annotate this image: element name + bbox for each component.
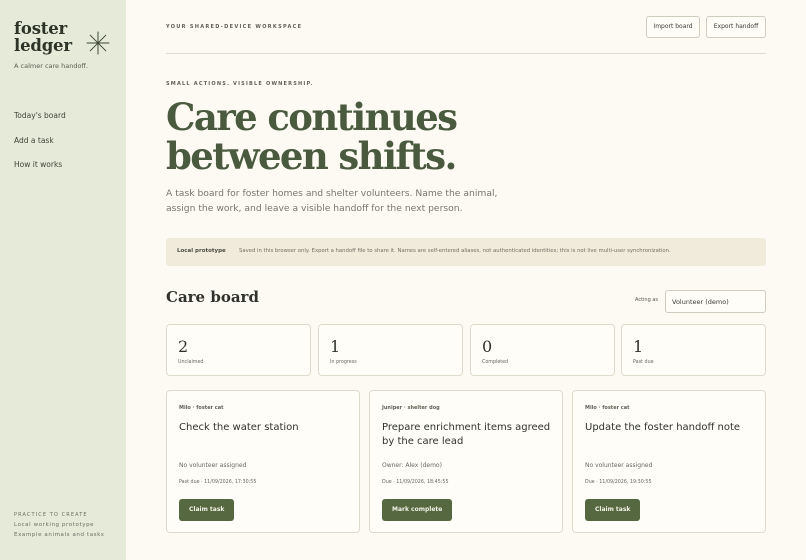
sidebar-footer: PRACTICE TO CREATE Local working prototy… [14,512,104,542]
stat-card-in-progress: 1 In progress [318,324,463,376]
task-title: Check the water station [179,422,299,433]
export-handoff-button[interactable]: Export handoff [706,16,766,38]
footer-line: Example animals and tasks [14,532,105,538]
task-card: Juniper · shelter dog Prepare enrichment… [369,390,563,533]
claim-task-button[interactable]: Claim task [179,499,235,521]
notice-text: Saved in this browser only. Export a han… [239,248,671,254]
board-title: Care board [166,288,259,306]
stat-label: Past due [633,360,654,365]
hero-description: A task board for foster homes and shelte… [166,188,498,214]
brand-tagline: A calmer care handoff. [14,62,88,70]
stat-value: 0 [482,337,493,356]
import-board-button[interactable]: Import board [646,16,700,38]
stat-value: 1 [633,337,644,356]
brand-line-1: foster [14,19,68,38]
acting-as-input[interactable] [665,290,766,313]
stat-label: Unclaimed [178,360,204,365]
acting-as-label: Acting as [635,297,659,303]
headline-line-2: between shifts. [166,134,457,178]
main-content: YOUR SHARED-DEVICE WORKSPACE Import boar… [166,0,766,560]
footer-line: Local working prototype [14,522,95,528]
stat-value: 1 [330,337,341,356]
prototype-notice: Local prototype Saved in this browser on… [166,238,766,266]
task-title: Update the foster handoff note [585,422,741,433]
task-owner: No volunteer assigned [585,462,653,469]
nav-item-how-it-works[interactable]: How it works [14,160,66,185]
asterisk-star-icon [86,31,110,55]
task-card: Milo · foster cat Update the foster hand… [572,390,766,533]
task-due: Past due · 11/09/2026, 17:30:55 [179,480,257,485]
task-due: Due · 11/09/2026, 19:30:55 [585,480,652,485]
footer-title: PRACTICE TO CREATE [14,512,88,518]
mark-complete-button[interactable]: Mark complete [382,499,453,521]
task-title: Prepare enrichment items agreed by the c… [382,422,551,447]
brand-logo[interactable]: foster ledger [14,20,72,54]
stat-card-completed: 0 Completed [470,324,615,376]
notice-label: Local prototype [177,248,226,254]
stat-label: Completed [482,360,509,365]
stat-value: 2 [178,337,189,356]
header-divider [166,53,766,54]
workspace-eyebrow: YOUR SHARED-DEVICE WORKSPACE [166,24,303,30]
stat-card-past-due: 1 Past due [621,324,766,376]
sidebar: foster ledger A calmer care handoff. Tod… [0,0,126,560]
task-animal-tag: Milo · foster cat [179,405,224,411]
stat-label: In progress [330,360,357,365]
task-animal-tag: Juniper · shelter dog [382,405,440,411]
task-card: Milo · foster cat Check the water statio… [166,390,360,533]
task-animal-tag: Milo · foster cat [585,405,630,411]
brand-line-2: ledger [14,36,72,55]
nav-item-todays-board[interactable]: Today's board [14,111,66,136]
stat-card-unclaimed: 2 Unclaimed [166,324,311,376]
task-due: Due · 11/09/2026, 18:45:55 [382,480,449,485]
hero-headline: Care continues between shifts. [166,95,458,178]
hero-kicker: SMALL ACTIONS. VISIBLE OWNERSHIP. [166,81,314,87]
sidebar-nav: Today's board Add a task How it works [14,111,66,185]
headline-line-1: Care continues [166,95,458,139]
nav-item-add-task[interactable]: Add a task [14,136,66,161]
task-owner: Owner: Alex (demo) [382,462,442,469]
task-owner: No volunteer assigned [179,462,247,469]
claim-task-button[interactable]: Claim task [585,499,641,521]
